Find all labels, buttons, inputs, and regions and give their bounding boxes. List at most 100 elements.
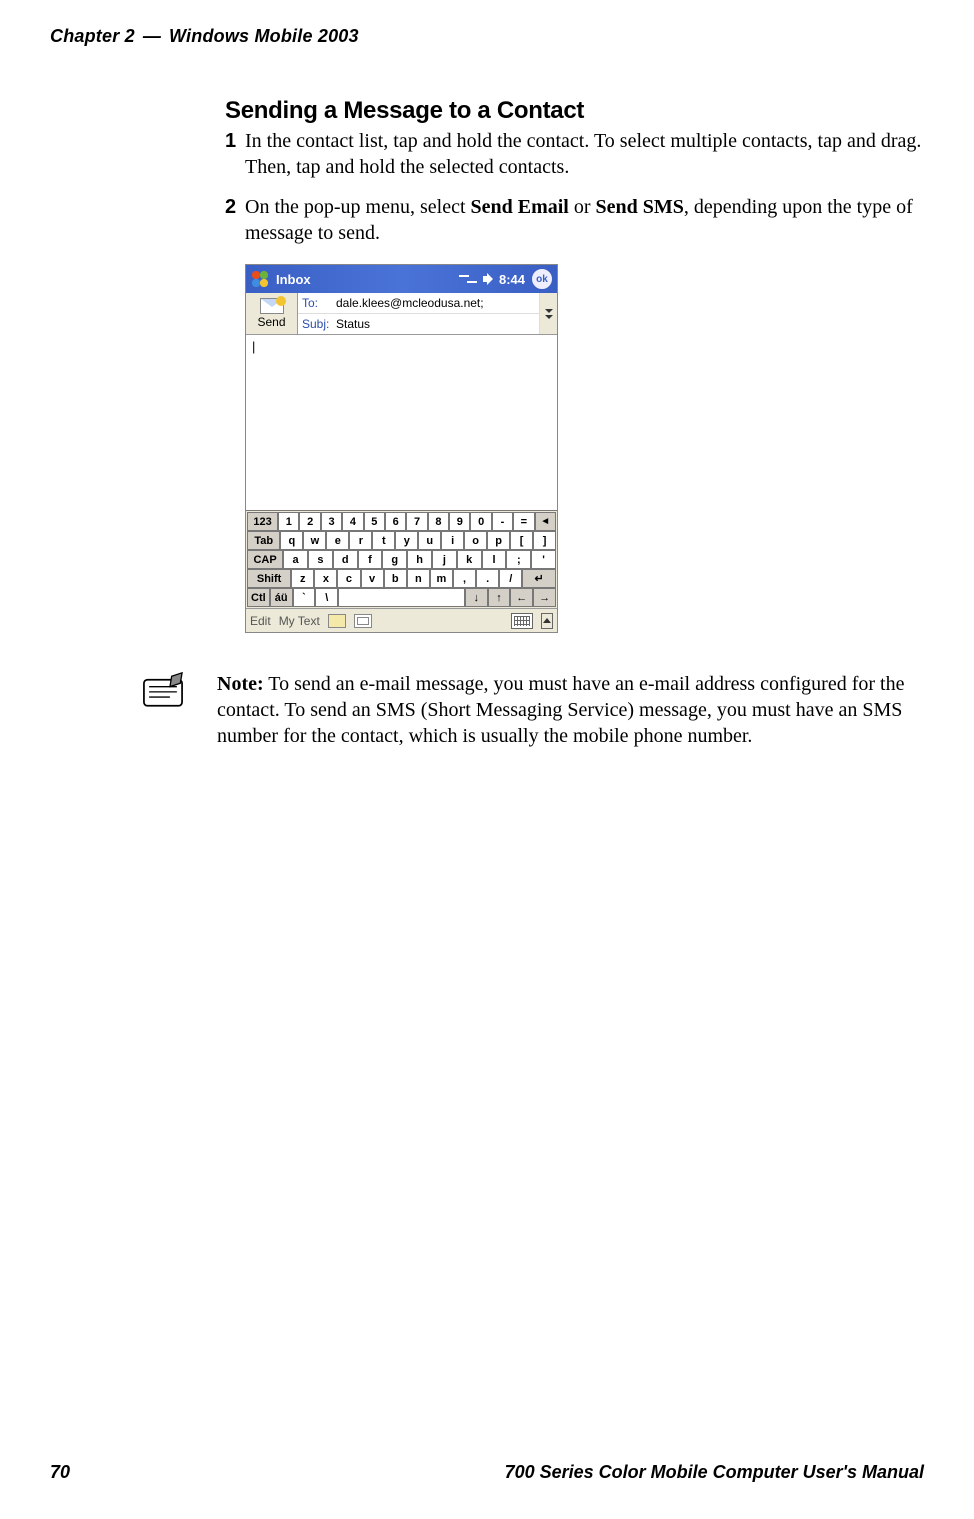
step-prefix: On the pop-up menu, select	[245, 196, 471, 218]
connection-icon[interactable]	[459, 273, 477, 285]
kb-intl[interactable]: áü	[270, 588, 293, 607]
edit-menu[interactable]: Edit	[250, 614, 271, 628]
kb-key[interactable]: l	[482, 550, 507, 569]
kb-backspace[interactable]	[535, 512, 556, 531]
compose-fields: To: dale.klees@mcleodusa.net; Subj: Stat…	[298, 293, 539, 334]
sip-up-button[interactable]	[541, 613, 553, 629]
kb-key[interactable]: `	[293, 588, 316, 607]
kb-key[interactable]: b	[384, 569, 407, 588]
kb-key[interactable]: n	[407, 569, 430, 588]
kb-key[interactable]: '	[531, 550, 556, 569]
kb-key[interactable]: ,	[453, 569, 476, 588]
kb-key[interactable]: c	[337, 569, 360, 588]
kb-key[interactable]: m	[430, 569, 453, 588]
to-field[interactable]: To: dale.klees@mcleodusa.net;	[298, 293, 539, 314]
kb-key[interactable]: s	[308, 550, 333, 569]
kb-key[interactable]: 8	[428, 512, 449, 531]
kb-enter[interactable]	[522, 569, 556, 588]
kb-key[interactable]: w	[303, 531, 326, 550]
kb-left[interactable]: ←	[510, 588, 533, 607]
kb-key[interactable]: i	[441, 531, 464, 550]
kb-key[interactable]: h	[407, 550, 432, 569]
kb-key[interactable]: q	[280, 531, 303, 550]
kb-key[interactable]: -	[492, 512, 513, 531]
kb-row-2: Tab q w e r t y u i o p [ ]	[247, 531, 556, 550]
subj-value: Status	[336, 317, 370, 331]
device-screenshot: Inbox 8:44 ok Send To: dale.klees@mcleod…	[245, 264, 558, 633]
message-body[interactable]: |	[246, 335, 557, 510]
text-cursor: |	[252, 339, 255, 354]
send-button[interactable]: Send	[246, 293, 298, 334]
kb-key[interactable]: .	[476, 569, 499, 588]
kb-up[interactable]: ↑	[488, 588, 511, 607]
kb-key[interactable]: k	[457, 550, 482, 569]
kb-tab[interactable]: Tab	[247, 531, 280, 550]
kb-key[interactable]: a	[283, 550, 308, 569]
kb-key[interactable]: 6	[385, 512, 406, 531]
step-2: 2 On the pop-up menu, select Send Email …	[225, 194, 924, 246]
kb-key[interactable]: r	[349, 531, 372, 550]
kb-key[interactable]: ;	[506, 550, 531, 569]
kb-ctl[interactable]: Ctl	[247, 588, 270, 607]
kb-row-1: 123 1 2 3 4 5 6 7 8 9 0 - =	[247, 512, 556, 531]
ok-button[interactable]: ok	[531, 268, 553, 290]
kb-key[interactable]: [	[510, 531, 533, 550]
kb-key[interactable]: 4	[342, 512, 363, 531]
kb-key[interactable]: 3	[321, 512, 342, 531]
kb-row-4: Shift z x c v b n m , . /	[247, 569, 556, 588]
speaker-icon[interactable]	[481, 272, 495, 286]
kb-key[interactable]: 1	[278, 512, 299, 531]
start-icon[interactable]	[250, 269, 270, 289]
kb-key[interactable]: y	[395, 531, 418, 550]
kb-right[interactable]: →	[533, 588, 556, 607]
kb-key[interactable]: 5	[364, 512, 385, 531]
keyboard-toggle-icon[interactable]	[511, 613, 533, 629]
kb-key[interactable]: f	[358, 550, 383, 569]
kb-key[interactable]: g	[382, 550, 407, 569]
note-label: Note:	[217, 673, 264, 695]
kb-key[interactable]: 0	[470, 512, 491, 531]
kb-key[interactable]: ]	[533, 531, 556, 550]
step-bold2: Send SMS	[596, 196, 684, 218]
step-text: In the contact list, tap and hold the co…	[245, 128, 924, 180]
kb-key[interactable]: x	[314, 569, 337, 588]
kb-key[interactable]: t	[372, 531, 395, 550]
kb-key[interactable]: 2	[299, 512, 320, 531]
kb-key[interactable]: o	[464, 531, 487, 550]
bottom-toolbar: Edit My Text	[246, 608, 557, 632]
record-icon[interactable]	[354, 614, 372, 628]
kb-key[interactable]: p	[487, 531, 510, 550]
titlebar: Inbox 8:44 ok	[246, 265, 557, 293]
mytext-menu[interactable]: My Text	[279, 614, 320, 628]
kb-down[interactable]: ↓	[465, 588, 488, 607]
on-screen-keyboard[interactable]: 123 1 2 3 4 5 6 7 8 9 0 - = Tab q w e r	[246, 510, 557, 608]
kb-space[interactable]	[338, 588, 465, 607]
kb-key[interactable]: =	[513, 512, 534, 531]
kb-shift[interactable]: Shift	[247, 569, 291, 588]
subject-field[interactable]: Subj: Status	[298, 314, 539, 334]
header-title: Windows Mobile 2003	[169, 26, 359, 47]
kb-key[interactable]: j	[432, 550, 457, 569]
step-1: 1 In the contact list, tap and hold the …	[225, 128, 924, 180]
expand-button[interactable]	[539, 293, 557, 334]
kb-row-5: Ctl áü ` \ ↓ ↑ ← →	[247, 588, 556, 607]
step-text: On the pop-up menu, select Send Email or…	[245, 194, 924, 246]
folder-icon[interactable]	[328, 614, 346, 628]
kb-key[interactable]: d	[333, 550, 358, 569]
kb-key[interactable]: e	[326, 531, 349, 550]
kb-key[interactable]: v	[361, 569, 384, 588]
kb-key[interactable]: u	[418, 531, 441, 550]
note-text: Note: To send an e-mail message, you mus…	[217, 671, 924, 749]
kb-key[interactable]: z	[291, 569, 314, 588]
manual-title: 700 Series Color Mobile Computer User's …	[505, 1462, 924, 1483]
chapter-label: Chapter 2	[50, 26, 135, 47]
kb-key[interactable]: \	[315, 588, 338, 607]
kb-key[interactable]: 9	[449, 512, 470, 531]
page-number: 70	[50, 1462, 70, 1483]
kb-key[interactable]: /	[499, 569, 522, 588]
send-label: Send	[257, 315, 285, 329]
kb-123[interactable]: 123	[247, 512, 278, 531]
kb-cap[interactable]: CAP	[247, 550, 283, 569]
kb-key[interactable]: 7	[406, 512, 427, 531]
section-heading: Sending a Message to a Contact	[225, 97, 924, 125]
